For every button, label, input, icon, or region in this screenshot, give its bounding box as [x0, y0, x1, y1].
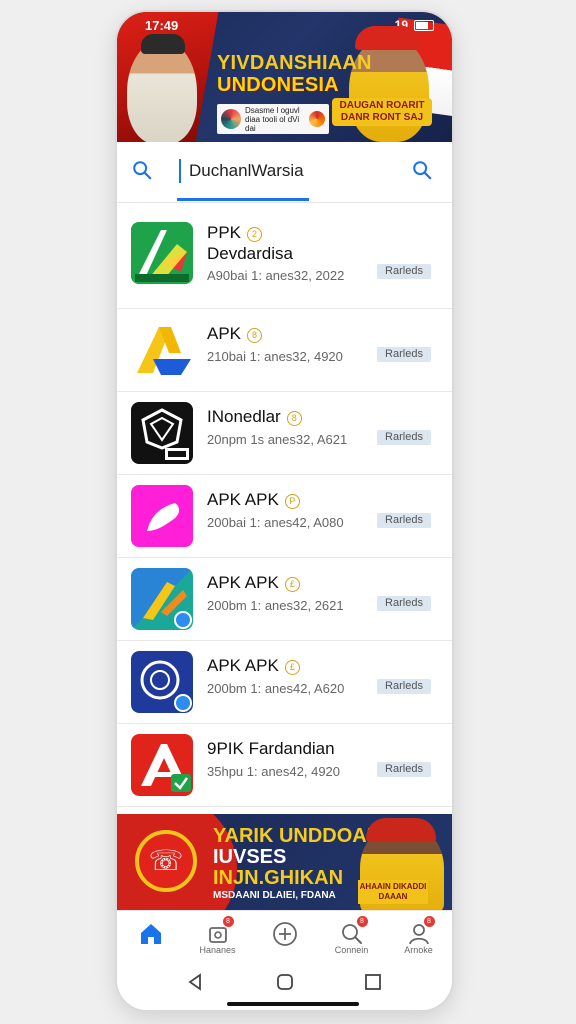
app-name: APK 8: [207, 323, 263, 344]
bottom-banner-title: YARIK UNDDOAN IUVSES INJN.GHIKAN: [213, 826, 381, 889]
app-name: APK APK £: [207, 655, 300, 676]
coin-icon: £: [284, 577, 300, 592]
app-name: APK APK £: [207, 572, 300, 593]
search-icon[interactable]: [131, 159, 153, 181]
bottom-navigation: 8 Hananes 8 Connein 8 Arnoke: [117, 910, 452, 965]
color-ring-icon: [221, 109, 241, 129]
tag-badge[interactable]: Rarleds: [377, 430, 431, 445]
app-meta: 20npm 1s anes32, A621: [207, 432, 348, 447]
tag-badge[interactable]: Rarleds: [377, 347, 431, 362]
bottom-banner-subtext: MSDAANI DLAIEI, FDANA: [213, 890, 336, 901]
black-shield-icon: [131, 402, 193, 464]
nav-home[interactable]: [117, 911, 184, 965]
navy-seal-icon: [131, 651, 193, 713]
red-a-icon: [131, 734, 193, 796]
home-button-icon[interactable]: [275, 972, 295, 992]
bottom-banner-line2: IUVSES: [213, 846, 287, 868]
coin-icon: 2: [247, 227, 263, 242]
banner-title: YIVDANSHIAAN UNDONESIA: [217, 52, 372, 96]
nav-connein[interactable]: 8 Connein: [318, 911, 385, 965]
app-meta: 35hpu 1: anes42, 4920: [207, 764, 341, 779]
bottom-banner-line3: INJN.GHIKAN: [213, 867, 344, 889]
coin-icon: £: [284, 660, 300, 675]
search-bar: DuchanlWarsia: [117, 142, 452, 203]
coin-icon: P: [284, 494, 300, 509]
app-name: 9PIK Fardandian: [207, 739, 335, 758]
app-list: PPK 2 Devdardisa A90bai 1: anes32, 2022 R…: [117, 202, 452, 807]
notification-badge: 8: [423, 916, 435, 927]
tag-badge[interactable]: Rarleds: [377, 679, 431, 694]
banner-title-line2: UNDONESIA: [217, 74, 339, 96]
list-item[interactable]: INonedlar 8 20npm 1s anes32, A621 Rarleds: [117, 392, 452, 475]
list-item[interactable]: APK 8 210bai 1: anes32, 4920 Rarleds: [117, 309, 452, 392]
tag-badge[interactable]: Rarleds: [377, 762, 431, 777]
app-subtitle: Devdardisa: [207, 244, 293, 263]
yellow-a-icon: [131, 319, 193, 381]
tag-badge[interactable]: Rarleds: [377, 264, 431, 279]
system-navigation: [117, 964, 452, 1010]
tag-badge[interactable]: Rarleds: [377, 596, 431, 611]
search-underline: [177, 198, 309, 201]
search-input[interactable]: DuchanlWarsia: [179, 159, 304, 183]
banner-info-box: Dsasme l oguvl diaa tooli ol dVi dai: [217, 104, 329, 134]
app-name: APK APK P: [207, 489, 300, 510]
app-meta: 210bai 1: anes32, 4920: [207, 349, 343, 364]
banner-badge: DAUGAN ROARIT DANR RONT SAJ: [332, 98, 432, 126]
banner-title-line1: YIVDANSHIAAN: [217, 52, 372, 74]
nav-label: Arnoke: [404, 945, 433, 955]
nav-add[interactable]: [251, 911, 318, 965]
gesture-bar[interactable]: [227, 1002, 359, 1006]
coin-icon: 8: [247, 328, 263, 343]
nav-label: Hananes: [199, 945, 236, 955]
banner-info-text: Dsasme l oguvl diaa tooli ol dVi dai: [245, 105, 300, 133]
list-item[interactable]: APK APK P 200bai 1: anes42, A080 Rarleds: [117, 475, 452, 558]
app-meta: 200bm 1: anes42, A620: [207, 681, 345, 696]
bottom-banner-line1: YARIK UNDDOAN: [213, 825, 382, 847]
green-triangle-icon: [131, 222, 193, 284]
coin-icon: 8: [286, 411, 302, 426]
app-meta: A90bai 1: anes32, 2022: [207, 268, 345, 283]
tag-badge[interactable]: Rarleds: [377, 513, 431, 528]
app-name: PPK 2 Devdardisa: [207, 223, 293, 263]
list-item[interactable]: APK APK £ 200bm 1: anes42, A620 Rarleds: [117, 641, 452, 724]
back-icon[interactable]: [185, 972, 205, 992]
recents-icon[interactable]: [363, 972, 383, 992]
color-ring-icon: [309, 111, 325, 127]
battery-icon: [414, 19, 434, 31]
top-banner[interactable]: 17:49 19 YIVDANSHIAAN UNDONESIA Dsasme l…: [117, 12, 452, 142]
officer-photo: [127, 34, 197, 142]
notification-badge: 8: [222, 916, 234, 927]
app-meta: 200bai 1: anes42, A080: [207, 515, 344, 530]
list-item[interactable]: 9PIK Fardandian 35hpu 1: anes42, 4920 Ra…: [117, 724, 452, 807]
list-item[interactable]: APK APK £ 200bm 1: anes32, 2621 Rarleds: [117, 558, 452, 641]
home-icon[interactable]: [138, 921, 164, 947]
plus-circle-icon[interactable]: [272, 921, 298, 947]
notification-badge: 8: [356, 916, 368, 927]
bottom-banner-badge: AHAAIN DIKADDI DAAAN: [358, 880, 428, 904]
nav-hananes[interactable]: 8 Hananes: [184, 911, 251, 965]
bottom-banner[interactable]: ☏ YARIK UNDDOAN IUVSES INJN.GHIKAN MSDAA…: [117, 814, 452, 910]
app-meta: 200bm 1: anes32, 2621: [207, 598, 344, 613]
list-item[interactable]: PPK 2 Devdardisa A90bai 1: anes32, 2022 R…: [117, 202, 452, 309]
teal-arrow-icon: [131, 568, 193, 630]
status-time: 17:49: [145, 18, 179, 33]
nav-label: Connein: [334, 945, 369, 955]
app-name: INonedlar 8: [207, 406, 302, 427]
phone-screen: 17:49 19 YIVDANSHIAAN UNDONESIA Dsasme l…: [117, 12, 452, 1010]
phone-call-icon: ☏: [135, 830, 197, 892]
search-icon[interactable]: [411, 159, 433, 181]
magenta-app-icon: [131, 485, 193, 547]
nav-arnoke[interactable]: 8 Arnoke: [385, 911, 452, 965]
